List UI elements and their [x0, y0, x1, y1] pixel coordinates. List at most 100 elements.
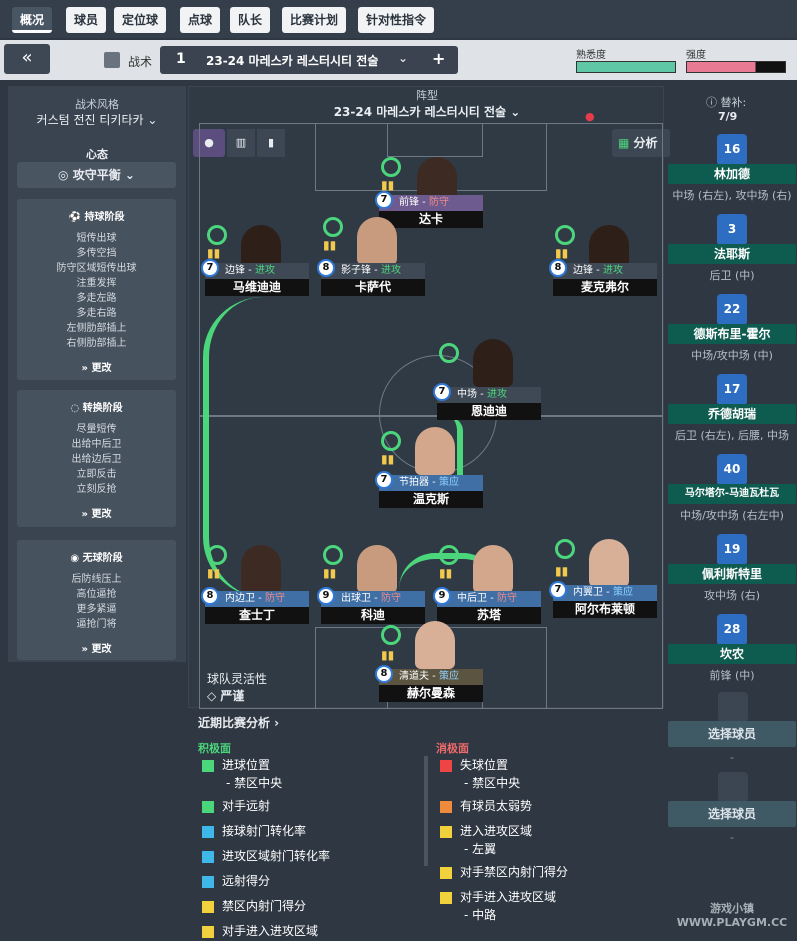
thumbs-up-icon [202, 925, 214, 938]
sub-name[interactable]: 德斯布里-霍尔 [668, 324, 796, 344]
player-slot[interactable]: ▮▮ 8 清道夫 - 策应 赫尔曼森 [375, 621, 483, 711]
player-rating: 7 [433, 383, 451, 401]
negative-item: 对手禁区内射门得分 [440, 863, 568, 880]
style-value: 커스텀 전진 티키타카 [36, 113, 144, 127]
player-rating: 8 [375, 665, 393, 683]
role-duty: 策应 [612, 587, 633, 598]
player-slot[interactable]: ▮▮ 8 边锋 - 进攻 麦克弗尔 [549, 225, 657, 311]
item-text: 对手进入进攻区域 [460, 890, 557, 904]
player-card[interactable]: 8 内边卫 - 防守 查士丁 [201, 587, 309, 625]
player-card[interactable]: 7 节拍器 - 策应 温克斯 [375, 471, 483, 509]
player-card[interactable]: 7 边锋 - 进攻 马维迪迪 [201, 259, 309, 297]
player-slot[interactable]: ▮▮ 9 中后卫 - 防守 苏塔 [433, 545, 541, 631]
item-text: 接球射门转化率 [222, 824, 307, 838]
edit-in-possession-button[interactable]: » 更改 [17, 359, 176, 374]
sub-name[interactable]: 法耶斯 [668, 244, 796, 264]
condition-icon [439, 545, 459, 565]
tactic-selector[interactable]: 1 23-24 마레스카 레스터시티 전술 ⌄ + [160, 46, 458, 74]
player-role: 清道夫 - 策应 [379, 669, 483, 685]
player-photo [241, 545, 281, 593]
sub-name[interactable]: 林加德 [668, 164, 796, 184]
instruction: 左侧肋部插上 [66, 323, 127, 334]
tab-match-plan[interactable]: 比赛计划 [282, 7, 347, 33]
player-card[interactable]: 8 清道夫 - 策应 赫尔曼森 [375, 665, 483, 703]
alert-icon: ● [585, 110, 595, 123]
sub-player[interactable]: 17 乔德胡瑞 后卫 (右左), 后腰, 中场 [668, 374, 796, 443]
style-selector[interactable]: 커스텀 전진 티키타카 ⌄ [8, 111, 186, 128]
sub-name[interactable]: 佩利斯特里 [668, 564, 796, 584]
thumbs-up-icon [202, 825, 214, 838]
player-slot[interactable]: ▮▮ 8 影子锋 - 进攻 卡萨代 [317, 217, 425, 303]
add-tactic-button[interactable]: + [432, 49, 445, 68]
sub-name[interactable]: 马尔塔尔-马迪瓦杜瓦 [668, 484, 796, 504]
item-text: 失球位置 [460, 758, 509, 772]
sub-player[interactable]: 16 林加德 中场 (右左), 攻中场 (右) [668, 134, 796, 203]
player-card[interactable]: 9 出球卫 - 防守 科迪 [317, 587, 425, 625]
shirt-icon: 28 [717, 614, 747, 644]
player-name: 恩迪迪 [437, 403, 541, 420]
style-label: 战术风格 [75, 98, 119, 111]
recent-analysis-link[interactable]: 近期比赛分析 › [198, 714, 279, 731]
footedness-icon: ▮▮ [381, 452, 395, 466]
tactic-label: 战术 [128, 55, 153, 69]
select-player-button[interactable]: 选择球员 [668, 801, 796, 827]
player-name: 查士丁 [205, 607, 309, 624]
player-role: 中后卫 - 防守 [437, 591, 541, 607]
role-name: 清道夫 [399, 671, 429, 682]
scrollbar[interactable] [424, 756, 428, 866]
player-card[interactable]: 8 影子锋 - 进攻 卡萨代 [317, 259, 425, 297]
formation-value: 23-24 마레스카 레스터시티 전술 [333, 105, 507, 119]
player-card[interactable]: 7 内翼卫 - 策应 阿尔布莱顿 [549, 581, 657, 619]
footedness-icon: ▮▮ [439, 566, 453, 580]
tab-opposition-instructions[interactable]: 针对性指令 [358, 7, 435, 33]
select-player-button[interactable]: 选择球员 [668, 721, 796, 747]
tab-captains[interactable]: 队长 [230, 7, 271, 33]
edit-out-of-possession-button[interactable]: » 更改 [17, 640, 176, 655]
player-card[interactable]: 8 边锋 - 进攻 麦克弗尔 [549, 259, 657, 297]
player-slot[interactable]: 7 中场 - 进攻 恩迪迪 [433, 339, 541, 429]
player-name: 温克斯 [379, 491, 483, 508]
collapse-button[interactable]: « [4, 44, 50, 74]
role-duty: 防守 [264, 593, 285, 604]
sub-name[interactable]: 坎农 [668, 644, 796, 664]
sub-player[interactable]: 3 法耶斯 后卫 (中) [668, 214, 796, 283]
player-photo [589, 539, 629, 587]
tab-penalties[interactable]: 点球 [180, 7, 221, 33]
player-role: 前锋 - 防守 [379, 195, 483, 211]
player-name: 阿尔布莱顿 [553, 601, 657, 618]
sub-player[interactable]: 19 佩利斯特里 攻中场 (右) [668, 534, 796, 603]
negative-detail: - 中路 [464, 908, 497, 922]
familiarity-bar [576, 61, 676, 73]
item-text: 对手进入进攻区域 [222, 924, 319, 938]
sub-name[interactable]: 乔德胡瑞 [668, 404, 796, 424]
item-text: 禁区内射门得分 [222, 899, 307, 913]
negatives-title: 消极面 [436, 742, 469, 755]
condition-icon [323, 545, 343, 565]
subs-header: ⓘ 替补: [706, 94, 746, 110]
sub-player[interactable]: 22 德斯布里-霍尔 中场/攻中场 (中) [668, 294, 796, 363]
role-name: 内翼卫 [573, 587, 603, 598]
tab-overview[interactable]: 概况 [12, 7, 53, 33]
edit-transition-button[interactable]: » 更改 [17, 505, 176, 520]
player-slot[interactable]: ▮▮ 7 边锋 - 进攻 马维迪迪 [201, 225, 309, 311]
player-slot[interactable]: ▮▮ 7 节拍器 - 策应 温克斯 [375, 427, 483, 517]
chevron-down-icon[interactable]: ⌄ [398, 51, 408, 65]
instruction: 后防线压上 [71, 574, 122, 585]
familiarity-label: 熟悉度 [576, 50, 606, 61]
player-rating: 7 [375, 191, 393, 209]
instruction: 右侧肋部插上 [66, 338, 127, 349]
player-card[interactable]: 7 中场 - 进攻 恩迪迪 [433, 383, 541, 421]
player-name: 赫尔曼森 [379, 685, 483, 702]
mentality-selector[interactable]: ◎ 攻守平衡 ⌄ [17, 162, 176, 188]
player-slot[interactable]: ▮▮ 8 内边卫 - 防守 查士丁 [201, 545, 309, 631]
tab-players[interactable]: 球员 [66, 7, 107, 33]
in-possession-title-text: 持球阶段 [84, 212, 125, 223]
tab-set-pieces[interactable]: 定位球 [114, 7, 167, 33]
role-duty: 策应 [438, 671, 459, 682]
sub-player[interactable]: 40 马尔塔尔-马迪瓦杜瓦 中场/攻中场 (右左中) [668, 454, 796, 523]
condition-icon [207, 225, 227, 245]
player-slot[interactable]: ▮▮ 7 内翼卫 - 策应 阿尔布莱顿 [549, 539, 657, 625]
player-slot[interactable]: ▮▮ 9 出球卫 - 防守 科迪 [317, 545, 425, 631]
sub-player[interactable]: 28 坎农 前锋 (中) [668, 614, 796, 683]
player-card[interactable]: 9 中后卫 - 防守 苏塔 [433, 587, 541, 625]
